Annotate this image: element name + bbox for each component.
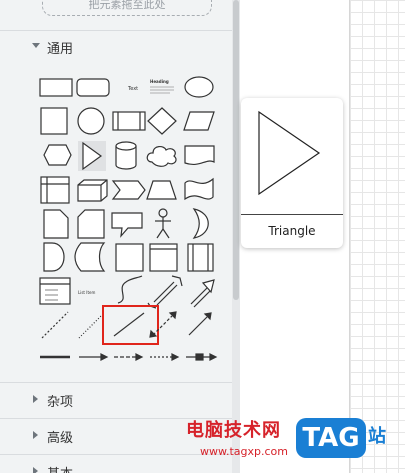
dashed-line-shape[interactable] — [41, 311, 69, 339]
rounded-rectangle-shape[interactable] — [76, 78, 110, 97]
arrow-shape[interactable] — [190, 279, 215, 308]
dotted-line-shape[interactable] — [78, 313, 104, 339]
watermark-url: www.tagxp.com — [200, 445, 288, 458]
rectangle-shape[interactable] — [39, 78, 73, 97]
tape-shape[interactable] — [184, 177, 214, 201]
container-shape[interactable] — [149, 243, 178, 272]
curve-shape[interactable] — [117, 275, 143, 304]
list-item-shape[interactable]: List Item — [78, 290, 95, 295]
circle-shape[interactable] — [77, 107, 105, 135]
directional-connector-shape[interactable] — [188, 312, 212, 336]
diamond-shape[interactable] — [147, 107, 177, 135]
list-shape[interactable] — [187, 243, 214, 272]
step-shape[interactable] — [111, 180, 146, 200]
internal-storage-shape[interactable] — [40, 176, 70, 204]
display-shape[interactable] — [74, 242, 106, 272]
chevron-right-icon — [33, 431, 38, 439]
actor-shape[interactable] — [155, 208, 171, 239]
note-shape[interactable] — [43, 209, 69, 239]
sidebar-scrollbar[interactable] — [232, 0, 240, 473]
delay-shape[interactable] — [43, 242, 65, 272]
chevron-right-icon — [33, 467, 38, 473]
chevron-right-icon — [33, 395, 38, 403]
shape-preview-tooltip: Triangle — [241, 98, 343, 248]
cylinder-shape[interactable] — [115, 141, 137, 170]
triangle-preview — [258, 110, 321, 196]
text-shape[interactable]: Text — [127, 86, 138, 92]
callout-shape[interactable] — [111, 212, 143, 238]
cube-shape[interactable] — [77, 179, 108, 202]
watermark-text: 电脑技术网 — [186, 420, 281, 441]
selection-box — [102, 305, 159, 345]
card-shape[interactable] — [77, 209, 105, 239]
square-shape[interactable] — [40, 107, 68, 135]
dashed-connector-shape[interactable] — [114, 353, 144, 361]
heading-text: Heading — [150, 79, 169, 84]
hexagon-shape[interactable] — [43, 144, 72, 166]
process-shape[interactable] — [112, 111, 146, 131]
bidirectional-connector-shape[interactable] — [149, 311, 177, 338]
square-2-shape[interactable] — [115, 243, 144, 272]
tooltip-divider — [241, 214, 343, 215]
table-shape[interactable] — [39, 277, 71, 305]
labeled-connector-shape[interactable] — [186, 353, 218, 361]
section-label: 高级 — [47, 431, 74, 446]
watermark-logo: TAG — [296, 418, 366, 458]
connector-arrow-shape[interactable] — [79, 353, 109, 361]
scrollbar-thumb[interactable] — [233, 0, 239, 300]
or-shape[interactable] — [192, 208, 209, 239]
textbox-shape[interactable]: Heading — [150, 79, 174, 94]
section-label: 基本 — [47, 463, 73, 473]
cloud-shape[interactable] — [146, 146, 177, 167]
ellipse-shape[interactable] — [184, 76, 214, 98]
dotted-connector-shape[interactable] — [150, 353, 180, 361]
drawing-canvas[interactable] — [349, 0, 405, 473]
parallelogram-shape[interactable] — [183, 111, 215, 131]
bidirectional-arrow-shape[interactable] — [147, 275, 183, 309]
line-shape[interactable] — [113, 312, 145, 337]
document-shape[interactable] — [184, 145, 215, 165]
tooltip-shape-name: Triangle — [268, 224, 316, 238]
section-label: 杂项 — [47, 395, 74, 410]
trapezoid-shape[interactable] — [146, 180, 177, 200]
watermark-suffix: 站 — [368, 426, 386, 447]
shape-sidebar: 把元素拖至此处 通用 Text Heading List Item 杂项 高级 — [0, 0, 233, 473]
section-misc[interactable]: 杂项 — [0, 383, 232, 417]
section-basic[interactable]: 基本 — [0, 455, 232, 473]
